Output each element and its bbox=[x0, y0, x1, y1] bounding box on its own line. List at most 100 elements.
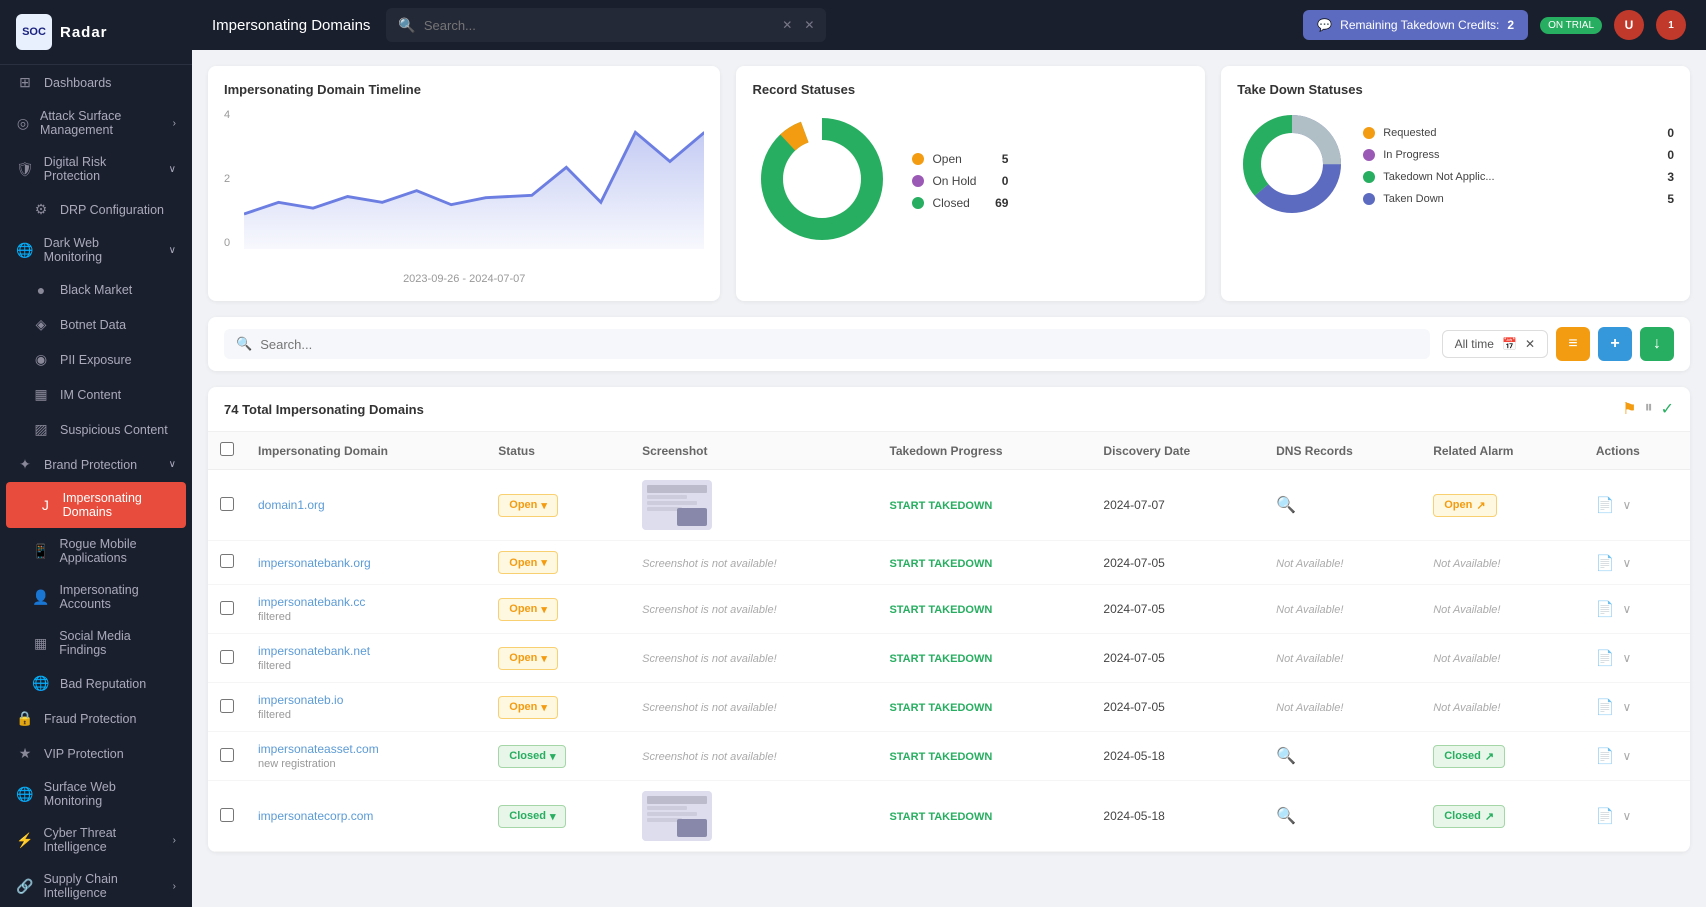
calendar-icon: 📅 bbox=[1502, 337, 1517, 351]
sidebar-item-im-content[interactable]: ▦ IM Content bbox=[0, 377, 192, 412]
status-badge[interactable]: Open ▾ bbox=[498, 494, 558, 517]
sidebar-item-suspicious-content[interactable]: ▨ Suspicious Content bbox=[0, 412, 192, 447]
expand-icon[interactable]: ∨ bbox=[1623, 651, 1632, 665]
trial-badge: ON TRIAL bbox=[1540, 17, 1602, 34]
external-link-icon: ↗ bbox=[1485, 750, 1494, 763]
start-takedown-link[interactable]: START TAKEDOWN bbox=[889, 604, 992, 616]
sidebar-item-rogue-mobile[interactable]: 📱 Rogue Mobile Applications bbox=[0, 528, 192, 574]
search-input[interactable] bbox=[424, 18, 774, 33]
file-icon[interactable]: 📄 bbox=[1596, 649, 1615, 667]
sidebar-item-fraud-protection[interactable]: 🔒 Fraud Protection bbox=[0, 701, 192, 736]
sidebar-item-drp-config[interactable]: ⚙ DRP Configuration bbox=[0, 192, 192, 227]
search-clear-button[interactable]: ✕ bbox=[782, 18, 792, 32]
file-icon[interactable]: 📄 bbox=[1596, 554, 1615, 572]
social-media-icon: ▦ bbox=[32, 635, 49, 652]
alarm-closed-badge[interactable]: Closed ↗ bbox=[1433, 805, 1505, 828]
filter-search-input[interactable] bbox=[260, 337, 1417, 352]
sidebar-item-black-market[interactable]: ● Black Market bbox=[0, 273, 192, 307]
start-takedown-link[interactable]: START TAKEDOWN bbox=[889, 702, 992, 714]
file-icon[interactable]: 📄 bbox=[1596, 747, 1615, 765]
sidebar-item-impersonating-domains[interactable]: J Impersonating Domains bbox=[6, 482, 186, 528]
status-badge[interactable]: Open ▾ bbox=[498, 696, 558, 719]
status-badge[interactable]: Closed ▾ bbox=[498, 805, 566, 828]
dns-search-icon[interactable]: 🔍 bbox=[1276, 808, 1296, 825]
flag-icon[interactable]: ⚑ bbox=[1622, 399, 1636, 419]
dns-search-icon[interactable]: 🔍 bbox=[1276, 497, 1296, 514]
discovery-date-cell: 2024-07-05 bbox=[1091, 634, 1264, 683]
row-checkbox[interactable] bbox=[220, 808, 234, 822]
domain-link[interactable]: impersonatecorp.com bbox=[258, 809, 474, 823]
sidebar-item-bad-reputation[interactable]: 🌐 Bad Reputation bbox=[0, 666, 192, 701]
sidebar-item-attack-surface[interactable]: ◎ Attack Surface Management › bbox=[0, 100, 192, 146]
domain-link[interactable]: impersonateasset.com bbox=[258, 742, 474, 756]
expand-icon[interactable]: ∨ bbox=[1623, 556, 1632, 570]
file-icon[interactable]: 📄 bbox=[1596, 698, 1615, 716]
start-takedown-link[interactable]: START TAKEDOWN bbox=[889, 558, 992, 570]
alarm-open-badge[interactable]: Open ↗ bbox=[1433, 494, 1496, 517]
expand-icon[interactable]: ∨ bbox=[1623, 498, 1632, 512]
timeline-chart: 4 2 0 bbox=[224, 109, 704, 269]
sidebar-item-cyber-threat[interactable]: ⚡ Cyber Threat Intelligence › bbox=[0, 817, 192, 863]
row-checkbox[interactable] bbox=[220, 699, 234, 713]
status-badge[interactable]: Closed ▾ bbox=[498, 745, 566, 768]
date-clear-icon[interactable]: ✕ bbox=[1525, 337, 1535, 351]
record-statuses-title: Record Statuses bbox=[752, 82, 1189, 97]
sidebar-item-brand-protection[interactable]: ✦ Brand Protection ∨ bbox=[0, 447, 192, 482]
requested-dot bbox=[1363, 127, 1375, 139]
expand-icon[interactable]: ∨ bbox=[1623, 602, 1632, 616]
row-checkbox[interactable] bbox=[220, 650, 234, 664]
sidebar-item-surface-web[interactable]: 🌐 Surface Web Monitoring bbox=[0, 771, 192, 817]
row-checkbox[interactable] bbox=[220, 497, 234, 511]
sidebar-logo: SOC Radar bbox=[0, 0, 192, 65]
filter-download-button[interactable]: ↓ bbox=[1640, 327, 1674, 361]
sidebar-item-pii-exposure[interactable]: ◉ PII Exposure bbox=[0, 342, 192, 377]
expand-icon[interactable]: ∨ bbox=[1623, 809, 1632, 823]
screenshot-placeholder-svg bbox=[642, 480, 712, 530]
sidebar-item-botnet-data[interactable]: ◈ Botnet Data bbox=[0, 307, 192, 342]
sidebar-item-impersonating-accounts[interactable]: 👤 Impersonating Accounts bbox=[0, 574, 192, 620]
file-icon[interactable]: 📄 bbox=[1596, 807, 1615, 825]
select-all-checkbox[interactable] bbox=[220, 442, 234, 456]
expand-icon[interactable]: ∨ bbox=[1623, 749, 1632, 763]
start-takedown-link[interactable]: START TAKEDOWN bbox=[889, 653, 992, 665]
file-icon[interactable]: 📄 bbox=[1596, 496, 1615, 514]
domain-link[interactable]: impersonatebank.net bbox=[258, 644, 474, 658]
row-checkbox[interactable] bbox=[220, 554, 234, 568]
start-takedown-link[interactable]: START TAKEDOWN bbox=[889, 500, 992, 512]
start-takedown-link[interactable]: START TAKEDOWN bbox=[889, 751, 992, 763]
filter-orange-button[interactable]: ≡ bbox=[1556, 327, 1590, 361]
dns-search-icon[interactable]: 🔍 bbox=[1276, 748, 1296, 765]
sidebar-item-social-media[interactable]: ▦ Social Media Findings bbox=[0, 620, 192, 666]
alarm-closed-badge[interactable]: Closed ↗ bbox=[1433, 745, 1505, 768]
expand-icon[interactable]: ∨ bbox=[1623, 700, 1632, 714]
sidebar-item-digital-risk[interactable]: 🛡 Digital Risk Protection ∨ bbox=[0, 146, 192, 192]
date-filter[interactable]: All time 📅 ✕ bbox=[1442, 330, 1548, 358]
check-icon[interactable]: ✓ bbox=[1661, 399, 1674, 419]
domain-link[interactable]: impersonatebank.cc bbox=[258, 595, 474, 609]
legend-taken-down: Taken Down 5 bbox=[1363, 192, 1674, 206]
status-badge[interactable]: Open ▾ bbox=[498, 598, 558, 621]
sidebar-item-supply-chain[interactable]: 🔗 Supply Chain Intelligence › bbox=[0, 863, 192, 907]
legend-in-progress: In Progress 0 bbox=[1363, 148, 1674, 162]
pause-icon[interactable]: ⏸ bbox=[1645, 399, 1653, 419]
im-icon: ▦ bbox=[32, 386, 50, 403]
sidebar-item-dashboards[interactable]: ⊞ Dashboards bbox=[0, 65, 192, 100]
domain-link[interactable]: domain1.org bbox=[258, 498, 474, 512]
sidebar: SOC Radar ⊞ Dashboards ◎ Attack Surface … bbox=[0, 0, 192, 907]
start-takedown-link[interactable]: START TAKEDOWN bbox=[889, 811, 992, 823]
domain-link[interactable]: impersonateb.io bbox=[258, 693, 474, 707]
status-badge[interactable]: Open ▾ bbox=[498, 551, 558, 574]
filter-plus-button[interactable]: + bbox=[1598, 327, 1632, 361]
sidebar-item-vip-protection[interactable]: ★ VIP Protection bbox=[0, 736, 192, 771]
sidebar-item-dark-web[interactable]: 🌐 Dark Web Monitoring ∨ bbox=[0, 227, 192, 273]
domain-link[interactable]: impersonatebank.org bbox=[258, 556, 474, 570]
row-checkbox-cell bbox=[208, 683, 246, 732]
status-badge[interactable]: Open ▾ bbox=[498, 647, 558, 670]
file-icon[interactable]: 📄 bbox=[1596, 600, 1615, 618]
row-checkbox[interactable] bbox=[220, 748, 234, 762]
row-checkbox[interactable] bbox=[220, 601, 234, 615]
search-close-button[interactable]: ✕ bbox=[804, 18, 814, 32]
sidebar-item-label: Surface Web Monitoring bbox=[44, 780, 176, 808]
discovery-date-cell: 2024-07-05 bbox=[1091, 683, 1264, 732]
notification-avatar[interactable]: 1 bbox=[1656, 10, 1686, 40]
